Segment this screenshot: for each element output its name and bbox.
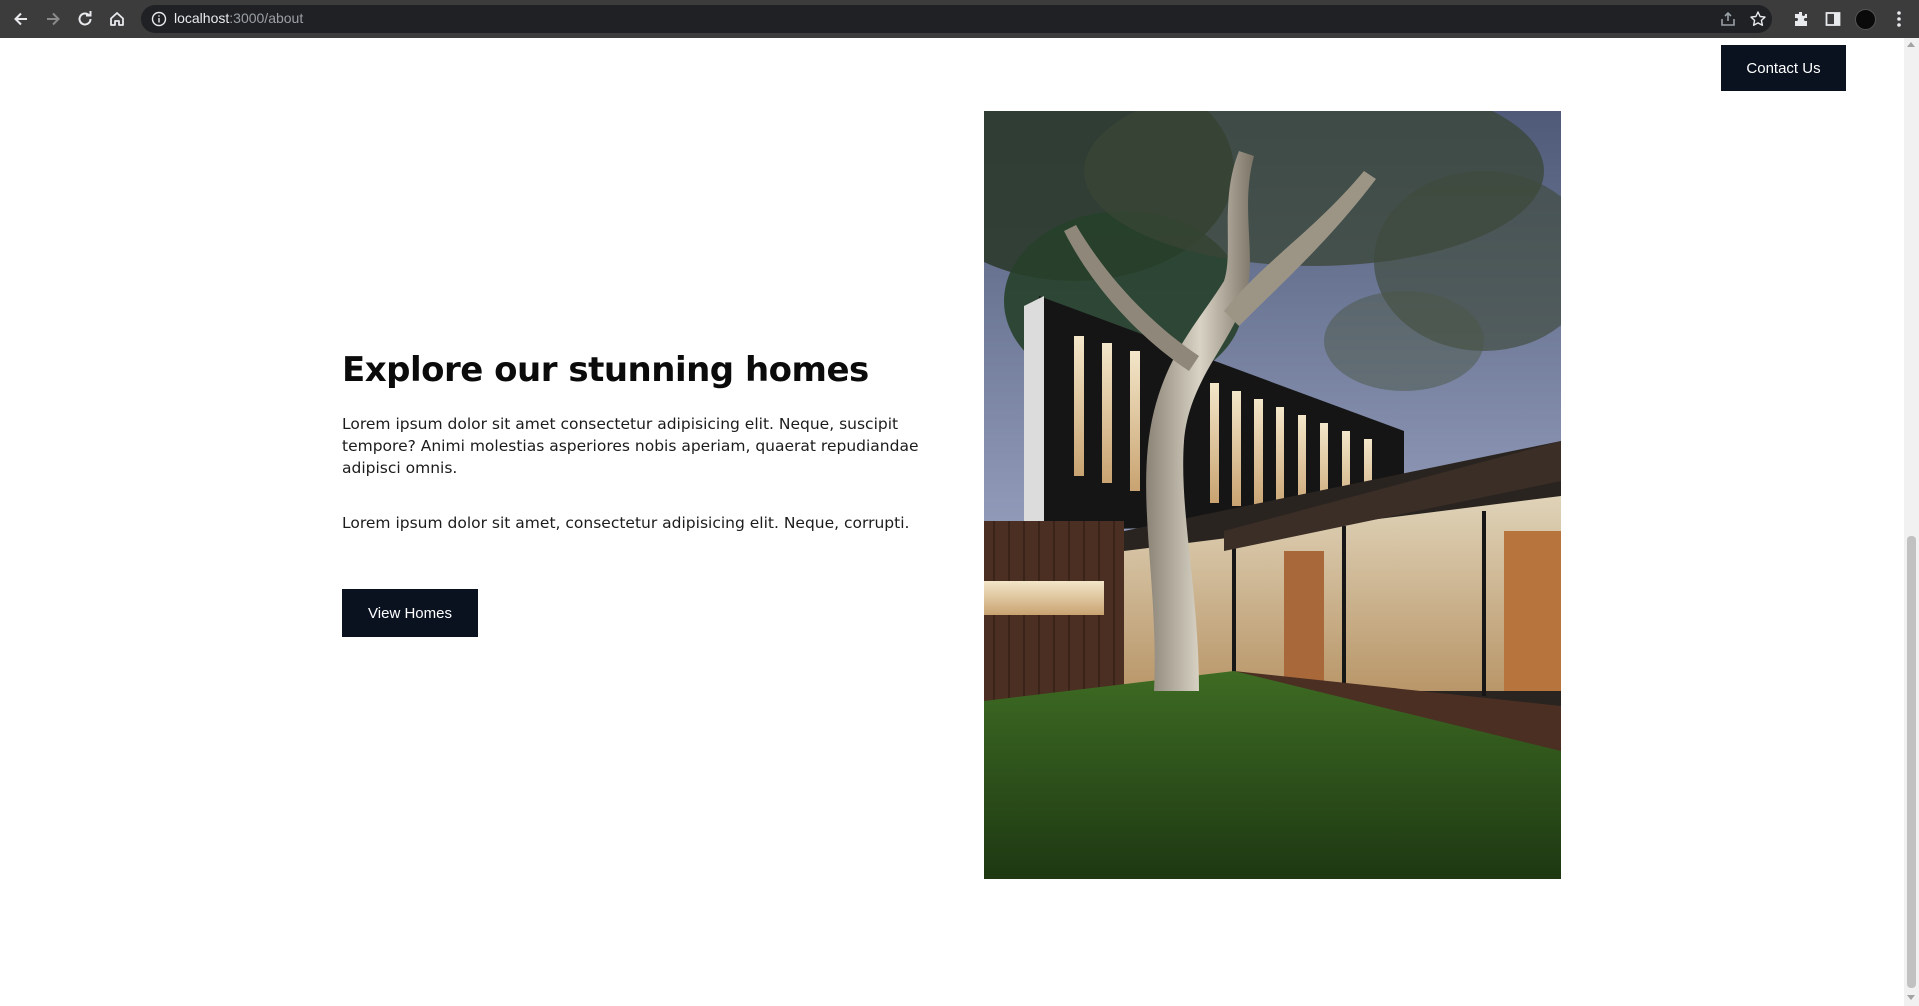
hero-paragraph-2: Lorem ipsum dolor sit amet, consectetur …: [342, 514, 910, 532]
home-icon[interactable]: [104, 6, 130, 32]
address-bar[interactable]: localhost:3000/about: [141, 5, 1772, 33]
menu-icon[interactable]: [1886, 6, 1912, 32]
reload-icon[interactable]: [72, 6, 98, 32]
share-icon[interactable]: [1719, 10, 1737, 28]
avatar[interactable]: [1855, 9, 1876, 30]
info-icon[interactable]: [151, 11, 167, 27]
url-text: localhost:3000/about: [174, 10, 303, 26]
back-arrow-icon[interactable]: [8, 6, 34, 32]
star-icon[interactable]: [1749, 10, 1767, 28]
forward-arrow-icon[interactable]: [40, 6, 66, 32]
url-host: localhost: [174, 10, 230, 26]
contact-us-button[interactable]: Contact Us: [1721, 45, 1846, 91]
page-title: Explore our stunning homes: [342, 350, 869, 390]
scroll-down-arrow-icon[interactable]: [1907, 995, 1915, 1000]
view-homes-button[interactable]: View Homes: [342, 589, 478, 637]
hero-paragraph-1: Lorem ipsum dolor sit amet consectetur a…: [342, 415, 919, 477]
scroll-up-arrow-icon[interactable]: [1907, 42, 1915, 47]
url-path: :3000/about: [229, 10, 304, 26]
scrollbar-thumb[interactable]: [1907, 536, 1916, 988]
side-panel-icon[interactable]: [1820, 6, 1846, 32]
house-photo: [984, 111, 1561, 879]
browser-toolbar: localhost:3000/about: [0, 0, 1919, 38]
extensions-icon[interactable]: [1788, 6, 1814, 32]
